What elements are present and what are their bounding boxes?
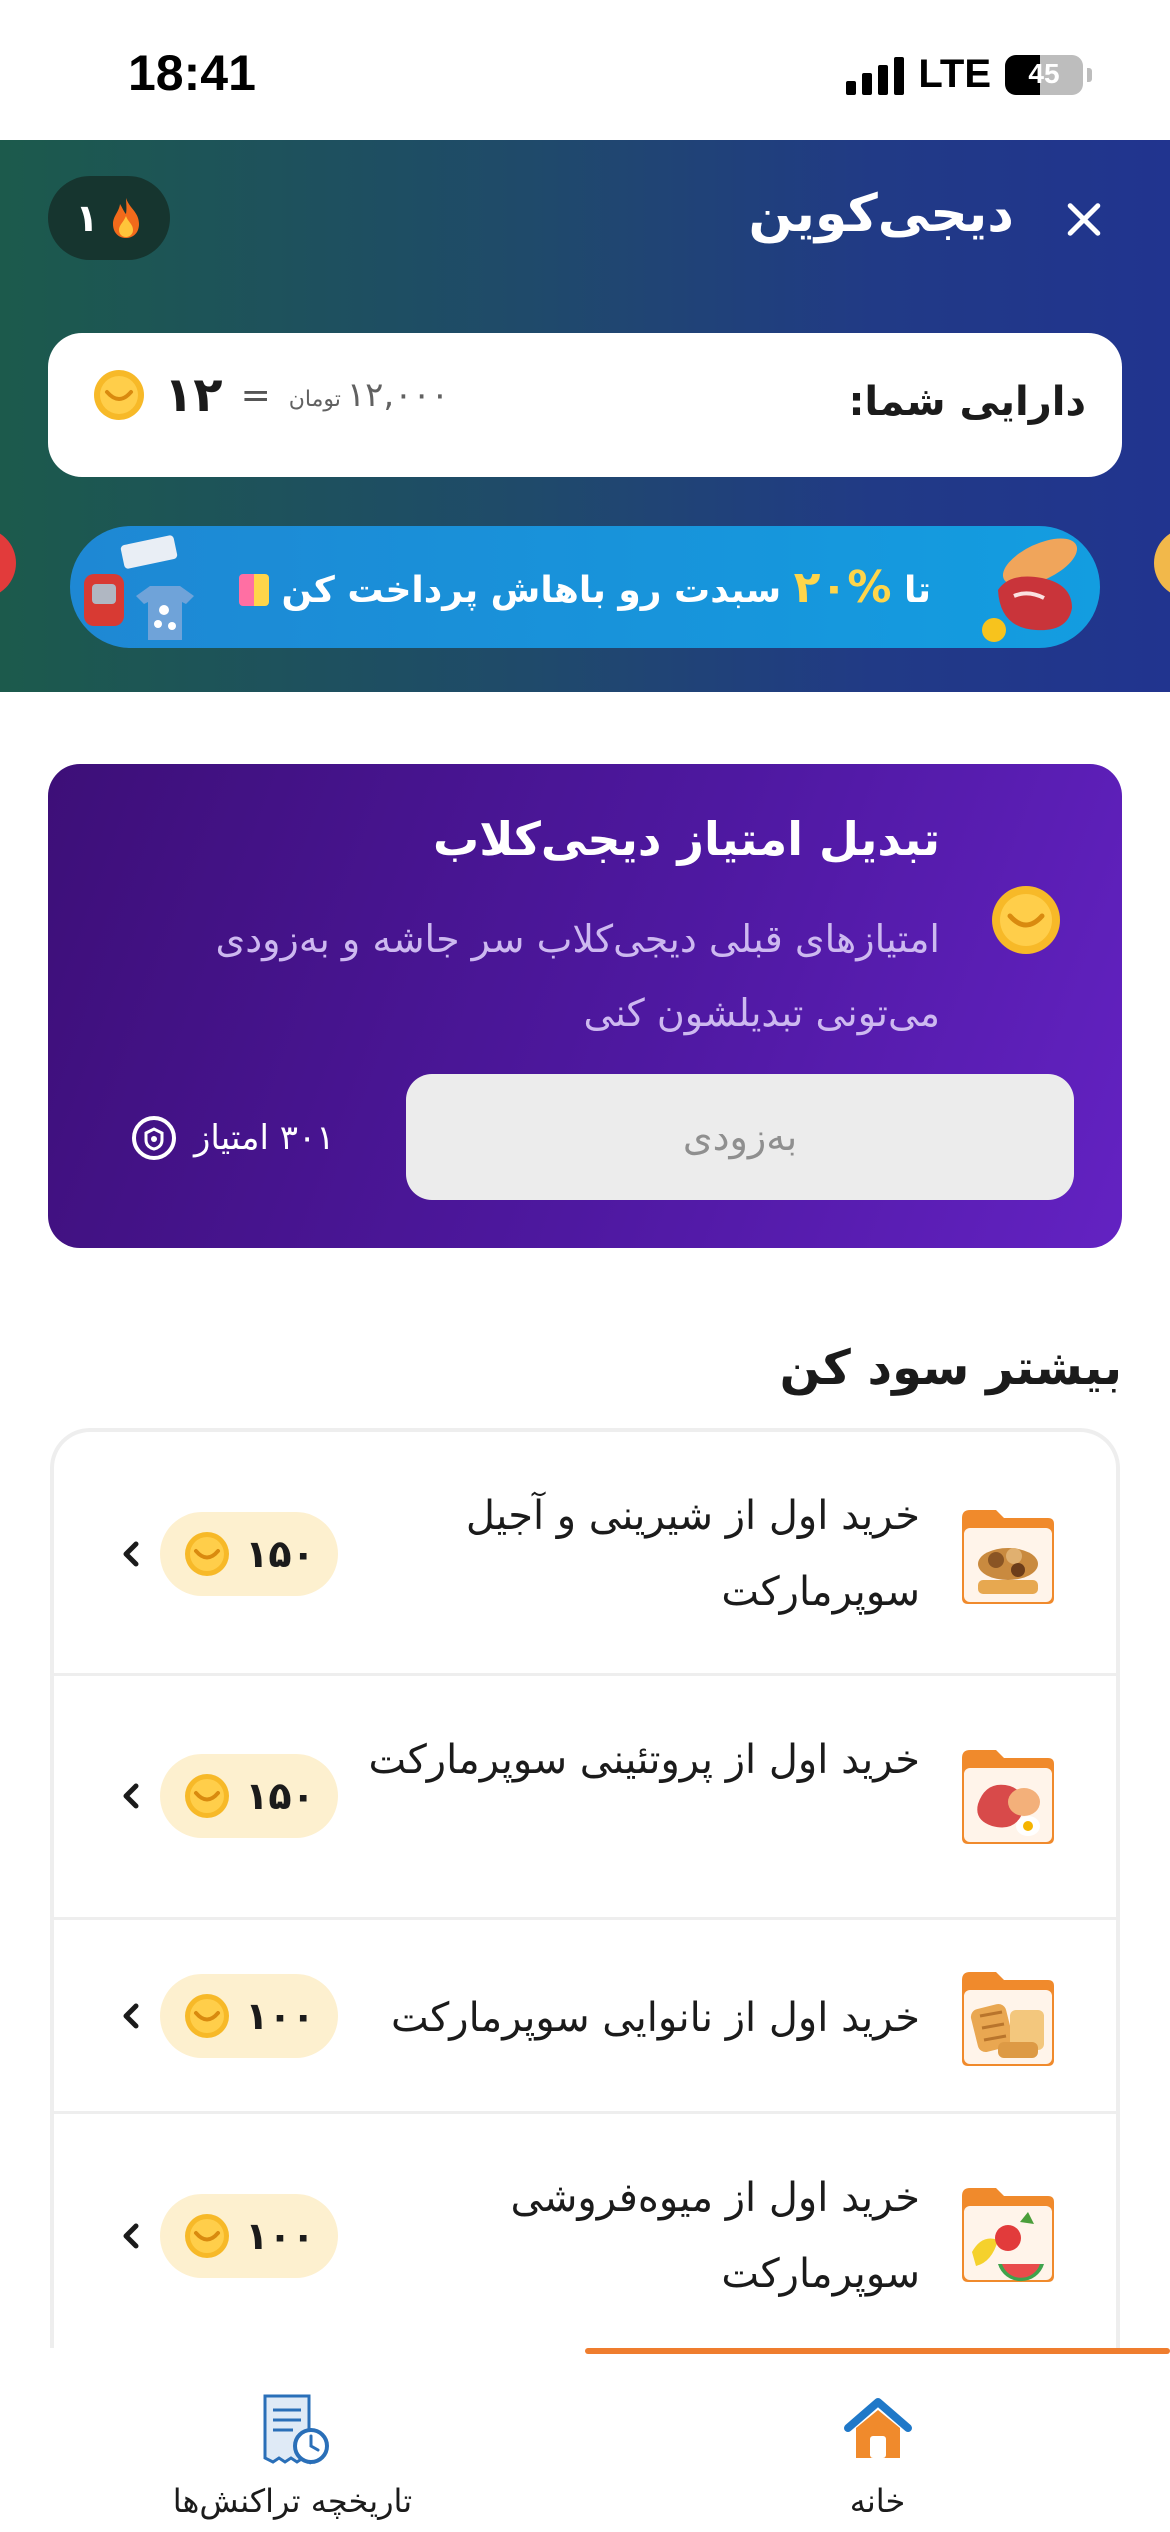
nav-home-label: خانه bbox=[849, 2482, 906, 2520]
promo-prefix: تا bbox=[904, 570, 932, 611]
signal-icon bbox=[846, 55, 905, 95]
bakery-folder-icon bbox=[962, 1972, 1054, 2066]
balance-coins: ۱۲ bbox=[164, 367, 223, 423]
digicoin-icon bbox=[992, 886, 1060, 954]
digicoin-icon bbox=[185, 1532, 230, 1576]
task-row[interactable]: خرید اول از شیرینی و آجیل سوپرمارکت ۱۵۰ bbox=[54, 1432, 1116, 1676]
convert-points-card: تبدیل امتیاز دیجی‌کلاب امتیازهای قبلی دی… bbox=[48, 764, 1122, 1248]
status-bar: 18:41 LTE 45 bbox=[0, 0, 1170, 140]
points-value: ۳۰۱ امتیاز bbox=[194, 1118, 335, 1158]
chevron-left-icon bbox=[123, 2003, 139, 2029]
club-points: ۳۰۱ امتیاز bbox=[130, 1114, 335, 1162]
reward-value: ۱۰۰ bbox=[245, 2214, 315, 2258]
task-row[interactable]: خرید اول از نانوایی سوپرمارکت ۱۰۰ bbox=[54, 1920, 1116, 2114]
chevron-left-icon bbox=[123, 2223, 139, 2249]
promo-percent: %۲۰ bbox=[793, 562, 892, 613]
task-title: خرید اول از میوه‌فروشی سوپرمارکت bbox=[510, 2175, 920, 2297]
reward-badge: ۱۵۰ bbox=[160, 1512, 338, 1596]
header-band: دیجی‌کوین ۱ دارایی شما: ۱۲ = ۱۲,۰۰۰تومان bbox=[0, 140, 1170, 692]
reward-badge: ۱۵۰ bbox=[160, 1754, 338, 1838]
toman-unit: تومان bbox=[288, 387, 341, 412]
digicoin-icon bbox=[185, 2214, 230, 2258]
reward-value: ۱۵۰ bbox=[245, 1774, 315, 1818]
carousel-prev-banner[interactable] bbox=[0, 528, 16, 598]
balance-toman: ۱۲,۰۰۰تومان bbox=[289, 375, 449, 415]
status-indicators: LTE 45 bbox=[846, 52, 1092, 97]
task-title: خرید اول از نانوایی سوپرمارکت bbox=[390, 1995, 920, 2041]
battery-tip bbox=[1087, 67, 1092, 82]
reward-badge: ۱۰۰ bbox=[160, 1974, 338, 2058]
reward-value: ۱۰۰ bbox=[245, 1994, 315, 2038]
battery-icon: 45 bbox=[1005, 54, 1083, 95]
status-time: 18:41 bbox=[128, 45, 256, 101]
transaction-history-icon bbox=[263, 2394, 329, 2465]
carousel-next-banner[interactable] bbox=[1154, 528, 1170, 598]
protein-folder-icon bbox=[962, 1750, 1054, 1844]
task-row[interactable]: خرید اول از میوه‌فروشی سوپرمارکت ۱۰۰ bbox=[54, 2114, 1116, 2358]
network-label: LTE bbox=[918, 52, 991, 96]
coming-soon-button[interactable]: به‌زودی bbox=[406, 1074, 1074, 1200]
shopping-bag-icon bbox=[238, 574, 269, 606]
balance-equals: = bbox=[240, 374, 271, 416]
nav-transaction-history[interactable]: تاریخچه تراکنش‌ها bbox=[0, 2388, 585, 2520]
sweets-nuts-folder-icon bbox=[962, 1510, 1054, 1604]
task-title: خرید اول از پروتئینی سوپرمارکت bbox=[368, 1737, 920, 1783]
fruit-folder-icon bbox=[962, 2188, 1054, 2282]
promo-banner[interactable]: تا %۲۰ سبدت رو باهاش پرداخت کن bbox=[70, 526, 1100, 648]
bottom-nav: خانه تاریخچه تراکنش‌ها bbox=[0, 2348, 1170, 2532]
digicoin-icon bbox=[94, 370, 144, 420]
convert-title: تبدیل امتیاز دیجی‌کلاب bbox=[432, 812, 940, 866]
streak-badge[interactable]: ۱ bbox=[48, 176, 170, 260]
active-tab-indicator bbox=[585, 2348, 1170, 2354]
earn-more-title: بیشتر سود کن bbox=[779, 1340, 1122, 1396]
flame-icon bbox=[112, 198, 139, 238]
digicoin-icon bbox=[185, 1774, 230, 1818]
balance-label: دارایی شما: bbox=[848, 379, 1086, 425]
balance-values: ۱۲ = ۱۲,۰۰۰تومان bbox=[92, 367, 449, 423]
task-row[interactable]: خرید اول از پروتئینی سوپرمارکت ۱۵۰ bbox=[54, 1676, 1116, 1920]
promo-text: تا %۲۰ سبدت رو باهاش پرداخت کن bbox=[70, 562, 1100, 613]
task-title: خرید اول از شیرینی و آجیل سوپرمارکت bbox=[465, 1493, 920, 1615]
promo-suffix: سبدت رو باهاش پرداخت کن bbox=[281, 570, 782, 611]
nav-home[interactable]: خانه bbox=[585, 2388, 1170, 2520]
digicoin-icon bbox=[185, 1994, 230, 2038]
chevron-left-icon bbox=[123, 1541, 139, 1567]
toman-value: ۱۲,۰۰۰ bbox=[346, 375, 450, 415]
groceries-illustration-icon bbox=[982, 538, 1078, 642]
page-title: دیجی‌کوین bbox=[748, 184, 1014, 244]
reward-value: ۱۵۰ bbox=[245, 1532, 315, 1576]
streak-count: ۱ bbox=[75, 196, 99, 240]
close-icon[interactable] bbox=[1054, 190, 1114, 250]
convert-description: امتیازهای قبلی دیجی‌کلاب سر جاشه و به‌زو… bbox=[215, 917, 941, 1035]
nav-history-label: تاریخچه تراکنش‌ها bbox=[172, 2482, 413, 2520]
reward-badge: ۱۰۰ bbox=[160, 2194, 338, 2278]
battery-level: 45 bbox=[1028, 57, 1060, 89]
club-points-icon bbox=[132, 1116, 176, 1160]
balance-card: دارایی شما: ۱۲ = ۱۲,۰۰۰تومان bbox=[48, 333, 1122, 477]
home-icon bbox=[843, 2398, 912, 2458]
chevron-left-icon bbox=[123, 1783, 139, 1809]
